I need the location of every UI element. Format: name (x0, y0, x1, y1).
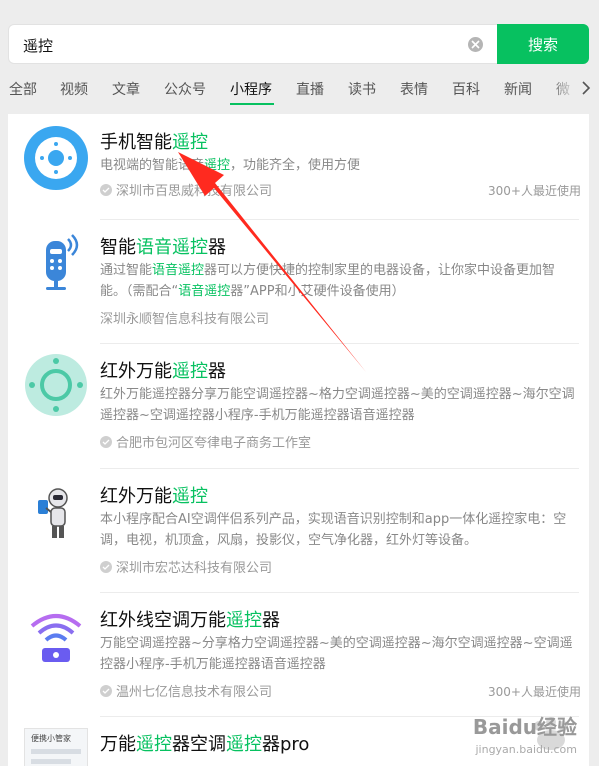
clear-icon[interactable] (468, 37, 483, 52)
tab-news[interactable]: 新闻 (504, 79, 532, 99)
verified-icon (100, 435, 112, 448)
list-item[interactable]: 红外线空调万能遥控器 万能空调遥控器~分享格力空调遥控器~美的空调遥控器~海尔空… (8, 592, 589, 716)
chevron-right-icon[interactable] (581, 80, 591, 96)
tab-encyclopedia[interactable]: 百科 (452, 79, 480, 99)
result-company: 深圳市百思威科技有限公司 (100, 180, 272, 199)
result-title[interactable]: 万能遥控器空调遥控器pro (100, 730, 309, 756)
result-company: 合肥市包河区夸律电子商务工作室 (100, 432, 311, 451)
result-description: 红外万能遥控器分享万能空调遥控器~格力空调遥控器~美的空调遥控器~海尔空调遥控器… (100, 387, 575, 423)
page: 遥控 搜索 全部 视频 文章 公众号 小程序 直播 读书 表情 百科 新闻 微 (0, 0, 599, 766)
app-thumbnail-icon: 便携小管家 (24, 728, 88, 766)
tab-books[interactable]: 读书 (348, 79, 376, 99)
tab-video[interactable]: 视频 (60, 79, 88, 99)
robot-icon (38, 488, 68, 538)
result-company: 深圳永顺智信息科技有限公司 (100, 312, 270, 327)
tab-fade (549, 75, 599, 105)
verified-icon (100, 560, 112, 573)
result-company: 温州七亿信息技术有限公司 (100, 681, 272, 700)
recent-users-count: 300+人最近使用 (488, 685, 581, 699)
thumbnail-caption: 便携小管家 (31, 734, 71, 743)
result-description: 万能空调遥控器~分享格力空调遥控器~美的空调遥控器~海尔空调遥控器~空调遥控器小… (100, 636, 573, 672)
watermark-url: jingyan.baidu.com (475, 743, 577, 756)
search-bar: 遥控 搜索 (0, 0, 599, 75)
voice-remote-icon (46, 234, 79, 290)
result-description: 电视端的智能语音遥控，功能齐全，使用方便 (100, 158, 361, 173)
result-description: 本小程序配合AI空调伴侣系列产品，实现语音识别控制和app一体化遥控家电：空调，… (100, 512, 567, 548)
verified-icon (100, 183, 112, 196)
list-item[interactable]: 智能语音遥控器 通过智能语音遥控器可以方便快捷的控制家里的电器设备，让你家中设备… (8, 219, 589, 343)
watermark-text: Baidu经验 (472, 715, 577, 739)
result-company: 深圳市宏芯达科技有限公司 (100, 557, 272, 576)
result-description: 通过智能语音遥控器可以方便快捷的控制家里的电器设备，让你家中设备更加智能。（需配… (100, 263, 556, 299)
results-list: 手机智能遥控 电视端的智能语音遥控，功能齐全，使用方便 深圳市百思威科技有限公司… (8, 114, 589, 766)
list-item[interactable]: 红外万能遥控器 红外万能遥控器分享万能空调遥控器~格力空调遥控器~美的空调遥控器… (8, 343, 589, 468)
result-title[interactable]: 红外万能遥控器 (100, 357, 226, 383)
tab-stickers[interactable]: 表情 (400, 79, 428, 99)
tab-all[interactable]: 全部 (9, 79, 37, 99)
result-title[interactable]: 红外线空调万能遥控器 (100, 606, 280, 632)
tab-live[interactable]: 直播 (296, 79, 324, 99)
result-title[interactable]: 红外万能遥控 (100, 482, 208, 508)
tab-official-accounts[interactable]: 公众号 (164, 79, 206, 99)
search-input[interactable]: 遥控 (8, 24, 498, 64)
ir-remote-icon (25, 354, 87, 416)
search-query[interactable]: 遥控 (23, 35, 53, 56)
tab-mini-programs[interactable]: 小程序 (230, 79, 272, 99)
recent-users-count: 300+人最近使用 (488, 184, 581, 198)
tab-articles[interactable]: 文章 (112, 79, 140, 99)
list-item[interactable]: 手机智能遥控 电视端的智能语音遥控，功能齐全，使用方便 深圳市百思威科技有限公司… (8, 114, 589, 219)
result-title[interactable]: 智能语音遥控器 (100, 233, 226, 259)
wifi-remote-icon (30, 614, 82, 662)
search-button[interactable]: 搜索 (497, 24, 589, 64)
active-tab-indicator (230, 103, 274, 105)
tv-remote-icon (24, 126, 88, 190)
list-item[interactable]: 红外万能遥控 本小程序配合AI空调伴侣系列产品，实现语音识别控制和app一体化遥… (8, 468, 589, 592)
verified-icon (100, 684, 112, 697)
result-title[interactable]: 手机智能遥控 (100, 128, 208, 154)
category-tabs: 全部 视频 文章 公众号 小程序 直播 读书 表情 百科 新闻 微 (0, 75, 599, 105)
